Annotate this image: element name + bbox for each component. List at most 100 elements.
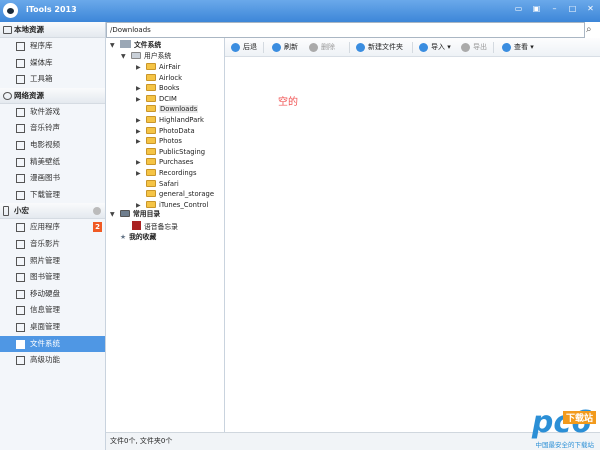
tree-node-folder[interactable]: Airlock — [146, 73, 182, 84]
divider — [349, 42, 350, 53]
item-icon — [16, 190, 25, 200]
label: 导出 — [473, 43, 487, 51]
eject-icon[interactable] — [93, 207, 101, 216]
tree-node-root[interactable]: 文件系统 — [120, 40, 161, 51]
item-icon — [16, 239, 25, 249]
import-icon — [419, 43, 428, 52]
sidebar-item[interactable]: 文件系统 — [0, 335, 105, 353]
view-icon — [502, 43, 511, 52]
label: 后退 — [243, 43, 257, 51]
sidebar-item[interactable]: 高级功能 — [0, 352, 105, 369]
expand-arrow-icon[interactable]: ▶ — [136, 64, 141, 71]
item-icon — [16, 289, 25, 299]
sidebar-item[interactable]: 媒体库 — [0, 55, 105, 72]
sidebar-item[interactable]: 应用程序 2 — [0, 219, 105, 236]
skin-icon[interactable]: ▣ — [531, 4, 542, 14]
expand-arrow-icon[interactable]: ▼ — [121, 53, 126, 60]
voice-memo-icon — [132, 221, 141, 230]
maximize-button[interactable]: □ — [567, 4, 578, 14]
tree-node-folder[interactable]: Purchases — [146, 157, 193, 168]
sidebar-item[interactable]: 信息管理 — [0, 302, 105, 319]
item-icon — [16, 42, 25, 51]
tree-node-folder[interactable]: Photos — [146, 136, 182, 147]
divider — [493, 42, 494, 53]
divider — [263, 42, 264, 53]
refresh-button[interactable]: 刷新 — [272, 42, 298, 53]
sidebar-item[interactable]: 软件游戏 — [0, 104, 105, 121]
tree-node-favorites[interactable]: ★ 我的收藏 — [120, 232, 156, 243]
minimize-button[interactable]: – — [549, 4, 560, 14]
node-label: Recordings — [159, 169, 197, 177]
tree-node-folder[interactable]: Safari — [146, 179, 179, 190]
tree-node-user[interactable]: 用户系统 — [131, 51, 171, 62]
section-label: 本地资源 — [14, 25, 44, 34]
tree-node-folder[interactable]: AirFair — [146, 62, 180, 73]
close-button[interactable]: ✕ — [585, 4, 596, 14]
node-label: AirFair — [159, 63, 181, 71]
view-button[interactable]: 查看 ▾ — [502, 42, 534, 53]
folder-icon — [146, 126, 156, 134]
label: 新建文件夹 — [368, 43, 403, 51]
label: 查看 — [514, 43, 528, 51]
tree-node-folder[interactable]: PhotoData — [146, 126, 195, 137]
app-logo-icon — [3, 3, 18, 18]
sidebar-item-label: 程序库 — [30, 41, 53, 50]
new-folder-button[interactable]: 新建文件夹 — [356, 42, 403, 53]
node-label: iTunes_Control — [159, 200, 209, 209]
sidebar-item[interactable]: 程序库 — [0, 38, 105, 55]
tree-node-folder[interactable]: Books — [146, 83, 179, 94]
sidebar-item[interactable]: 桌面管理 — [0, 319, 105, 336]
expand-arrow-icon[interactable]: ▼ — [110, 211, 115, 218]
back-button[interactable]: 后退 — [231, 42, 257, 53]
sidebar-item[interactable]: 图书管理 — [0, 269, 105, 286]
section-label: 网络资源 — [14, 90, 44, 100]
sidebar-item[interactable]: 照片管理 — [0, 253, 105, 270]
tree-node-folder[interactable]: Recordings — [146, 168, 197, 179]
expand-arrow-icon[interactable]: ▶ — [136, 138, 141, 145]
status-bar: 文件0个, 文件夹0个 — [106, 432, 600, 450]
expand-arrow-icon[interactable]: ▶ — [136, 170, 141, 177]
import-button[interactable]: 导入 ▾ — [419, 42, 451, 53]
sidebar-item[interactable]: 工具箱 — [0, 71, 105, 88]
node-label: 文件系统 — [134, 41, 162, 49]
folder-icon — [146, 200, 156, 208]
phone-icon — [3, 206, 9, 217]
expand-arrow-icon[interactable]: ▶ — [136, 117, 141, 124]
sidebar-item-label: 高级功能 — [30, 355, 60, 365]
delete-button[interactable]: 删除 — [309, 42, 335, 53]
expand-arrow-icon[interactable]: ▶ — [136, 202, 141, 209]
tree-node-voice-memos[interactable]: 语音备忘录 — [132, 221, 178, 232]
search-icon[interactable]: ⌕ — [586, 24, 592, 35]
sidebar-item-label: 桌面管理 — [30, 321, 60, 331]
expand-arrow-icon[interactable]: ▶ — [136, 96, 141, 103]
section-local[interactable]: 本地资源 — [0, 22, 105, 38]
back-icon — [231, 43, 240, 52]
sidebar-item[interactable]: 漫画图书 — [0, 170, 105, 187]
sidebar-item-label: 音乐铃声 — [30, 123, 60, 133]
expand-arrow-icon[interactable]: ▶ — [136, 128, 141, 135]
message-icon[interactable]: ▭ — [513, 4, 524, 14]
section-device[interactable]: 小宏 — [0, 203, 105, 220]
path-input[interactable]: /Downloads — [106, 22, 585, 38]
sidebar-item[interactable]: 音乐影片 — [0, 236, 105, 253]
folder-icon — [146, 169, 156, 176]
sidebar-item[interactable]: 电影视频 — [0, 137, 105, 154]
sidebar-item[interactable]: 移动硬盘 — [0, 286, 105, 303]
expand-arrow-icon[interactable]: ▶ — [136, 159, 141, 166]
expand-arrow-icon[interactable]: ▼ — [110, 42, 115, 49]
delete-icon — [309, 43, 318, 52]
node-label: Books — [159, 84, 180, 93]
sidebar-item[interactable]: 音乐铃声 — [0, 120, 105, 137]
tree-node-common[interactable]: 常用目录 — [120, 209, 160, 220]
sidebar-item[interactable]: 精美壁纸 — [0, 154, 105, 171]
export-button[interactable]: 导出 — [461, 42, 487, 53]
section-network[interactable]: 网络资源 — [0, 87, 105, 104]
tree-node-folder[interactable]: Downloads — [146, 104, 199, 115]
node-label: 用户系统 — [144, 52, 172, 60]
tree-node-folder[interactable]: HighlandPark — [146, 115, 204, 126]
tree-node-folder[interactable]: PublicStaging — [146, 147, 205, 158]
expand-arrow-icon[interactable]: ▶ — [136, 85, 141, 92]
tree-node-folder[interactable]: general_storage — [146, 189, 214, 200]
sidebar-item[interactable]: 下载管理 — [0, 187, 105, 204]
tree-node-folder[interactable]: DCIM — [146, 94, 177, 105]
